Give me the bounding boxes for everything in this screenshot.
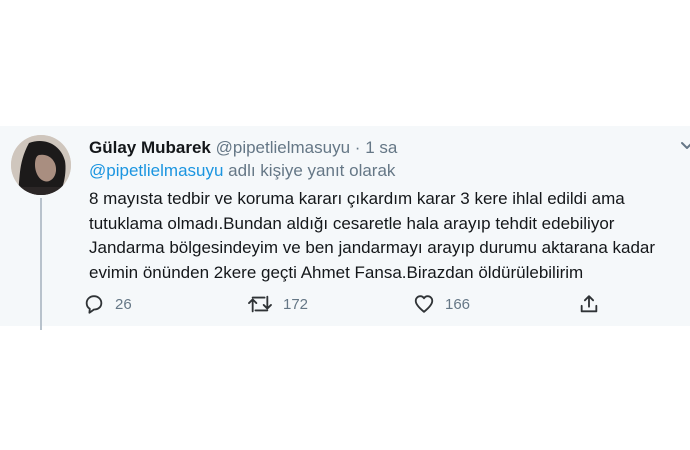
retweet-count: 172 xyxy=(283,295,309,313)
separator: · xyxy=(354,138,361,157)
chevron-down-icon[interactable] xyxy=(680,139,690,153)
tweet-text-line: evimin önünden 2kere geçti Ahmet Fansa.B… xyxy=(89,262,584,282)
reply-button[interactable]: 26 xyxy=(83,290,132,318)
handle[interactable]: @pipetlielmasuyu xyxy=(216,138,350,157)
heart-icon xyxy=(414,295,434,313)
tweet-text-line: Jandarma bölgesindeyim ve ben jandarmayı… xyxy=(89,238,656,257)
reply-suffix: adlı kişiye yanıt olarak xyxy=(228,161,396,180)
reply-context: @pipetlielmasuyu adlı kişiye yanıt olara… xyxy=(89,160,395,182)
timestamp[interactable]: 1 sa xyxy=(365,138,397,157)
avatar[interactable] xyxy=(11,135,71,195)
display-name[interactable]: Gülay Mubarek xyxy=(89,138,211,157)
tweet-header: Gülay Mubarek @pipetlielmasuyu · 1 sa xyxy=(89,137,397,159)
like-count: 166 xyxy=(445,295,471,313)
tweet-actions: 26 172 166 xyxy=(0,290,690,318)
share-button[interactable] xyxy=(578,290,600,318)
avatar-image xyxy=(11,135,71,195)
tweet-text-line: tutuklama olmadı.Bundan aldığı cesaretle… xyxy=(89,213,615,233)
share-icon xyxy=(580,295,598,313)
tweet-text: 8 mayısta tedbir ve koruma kararı çıkard… xyxy=(89,187,679,285)
reply-count: 26 xyxy=(115,295,132,313)
like-button[interactable]: 166 xyxy=(413,290,470,318)
reply-icon xyxy=(85,295,103,314)
page: Gülay Mubarek @pipetlielmasuyu · 1 sa @p… xyxy=(0,0,690,450)
reply-mention-link[interactable]: @pipetlielmasuyu xyxy=(89,161,223,180)
retweet-icon xyxy=(248,295,272,313)
retweet-button[interactable]: 172 xyxy=(247,290,308,318)
tweet-text-line: 8 mayısta tedbir ve koruma kararı çıkard… xyxy=(89,189,625,208)
